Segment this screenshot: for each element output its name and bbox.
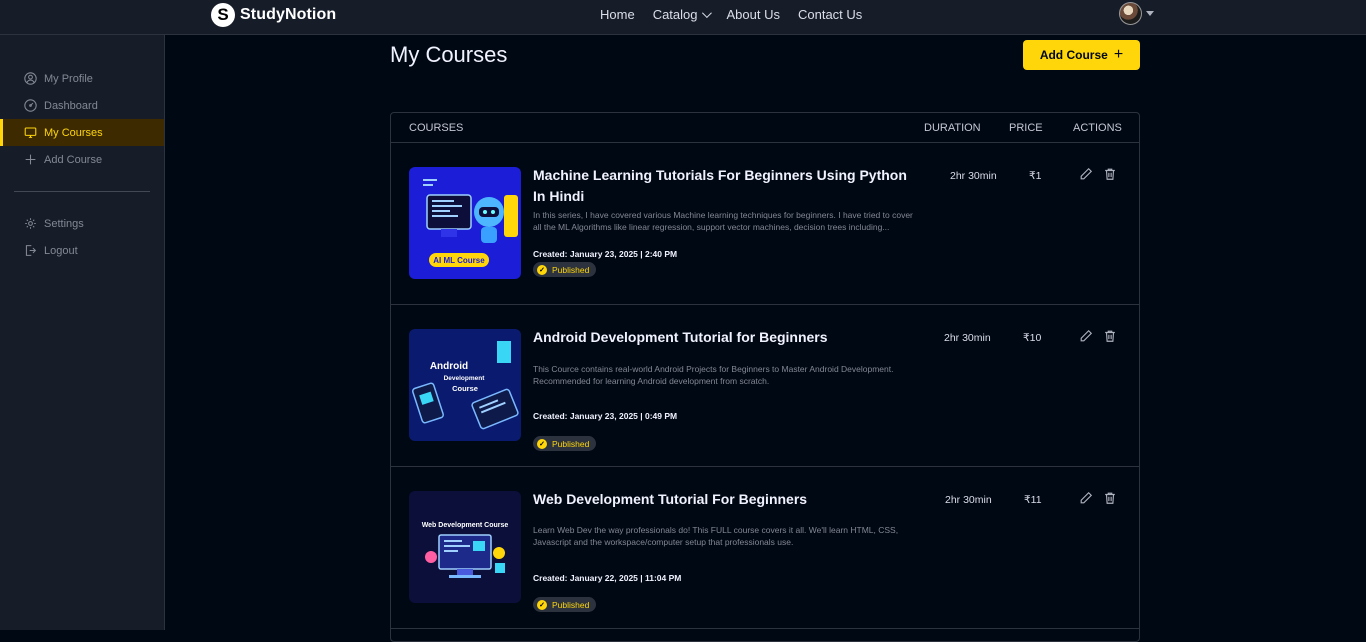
thumbnail-subtext: Development [444, 375, 486, 382]
check-icon: ✓ [537, 438, 547, 449]
page-title: My Courses [390, 42, 508, 67]
sidebar: My Profile Dashboard My Courses Add Cour… [0, 35, 165, 630]
table-header: COURSES DURATION PRICE ACTIONS [391, 113, 1139, 143]
sidebar-item-label: Add Course [44, 153, 103, 166]
course-description: Learn Web Dev the way professionals do! … [533, 525, 899, 547]
course-created-date: Created: January 23, 2025 | 2:40 PM [533, 249, 678, 259]
course-description: This Cource contains real-world Android … [533, 364, 894, 386]
course-title: Android Development Tutorial for Beginne… [533, 329, 828, 345]
courses-table: COURSES DURATION PRICE ACTIONS AI ML Cou… [390, 112, 1140, 642]
add-course-button[interactable]: Add Course + [1023, 40, 1140, 70]
course-created-date: Created: January 23, 2025 | 0:49 PM [533, 411, 678, 421]
ai-ml-course-thumbnail: AI ML Course [409, 167, 521, 279]
course-price: ₹11 [1024, 494, 1042, 506]
status-badge: ✓ Published [533, 597, 597, 612]
nav-catalog-label: Catalog [652, 7, 698, 22]
sidebar-item-my-courses[interactable]: My Courses [0, 119, 164, 146]
delete-button[interactable] [1103, 491, 1117, 505]
thumbnail-text: Web Development Course [422, 522, 509, 529]
course-thumbnail[interactable]: Web Development Course [409, 491, 521, 603]
course-thumbnail[interactable]: Android Development Course [409, 329, 521, 441]
profile-dropdown[interactable] [1119, 2, 1154, 25]
plus-icon [25, 154, 36, 165]
column-header-duration: DURATION [924, 122, 981, 134]
sidebar-item-label: Dashboard [44, 99, 98, 112]
sidebar-item-settings[interactable]: Settings [0, 210, 164, 237]
course-price: ₹1 [1029, 170, 1042, 182]
status-label: Published [552, 599, 590, 610]
sidebar-item-add-course[interactable]: Add Course [0, 146, 164, 173]
course-thumbnail[interactable]: AI ML Course [409, 167, 521, 279]
check-icon: ✓ [537, 599, 547, 610]
column-header-courses: COURSES [409, 122, 464, 134]
nav-catalog[interactable]: Catalog [652, 7, 712, 22]
add-course-button-label: Add Course [1039, 48, 1108, 62]
sidebar-item-label: My Courses [44, 126, 103, 139]
pencil-icon [1080, 167, 1093, 180]
check-icon: ✓ [537, 264, 547, 275]
trash-icon [1105, 330, 1115, 342]
logo-text: StudyNotion [240, 6, 337, 23]
delete-button[interactable] [1103, 167, 1117, 181]
table-row: Web Development Course Web Development T… [391, 467, 1139, 629]
edit-button[interactable] [1079, 167, 1093, 181]
sidebar-item-label: Logout [44, 244, 78, 257]
status-label: Published [552, 264, 590, 275]
nav-about-us[interactable]: About Us [727, 7, 780, 22]
avatar [1119, 2, 1142, 25]
trash-icon [1105, 492, 1115, 504]
main-nav: Home Catalog About Us Contact Us [600, 7, 862, 22]
sidebar-item-label: My Profile [44, 72, 93, 85]
course-title: Web Development Tutorial For Beginners [533, 491, 808, 507]
thumbnail-subtext-2: Course [452, 384, 478, 393]
course-duration: 2hr 30min [950, 170, 997, 182]
nav-home[interactable]: Home [600, 7, 635, 22]
course-title: Machine Learning Tutorials For Beginners… [533, 167, 907, 204]
chevron-down-icon [701, 8, 712, 19]
top-navbar: S StudyNotion Home Catalog About Us Cont… [0, 0, 1366, 35]
thumbnail-text: Android [430, 361, 468, 372]
status-label: Published [552, 438, 590, 449]
logo-icon: S [211, 3, 235, 27]
nav-contact-us[interactable]: Contact Us [798, 7, 862, 22]
delete-button[interactable] [1103, 329, 1117, 343]
monitor-icon [24, 127, 37, 138]
gear-icon [25, 218, 36, 229]
status-badge: ✓ Published [533, 436, 597, 451]
course-duration: 2hr 30min [944, 332, 991, 344]
course-description: In this series, I have covered various M… [533, 210, 913, 232]
trash-icon [1105, 168, 1115, 180]
sidebar-item-dashboard[interactable]: Dashboard [0, 92, 164, 119]
edit-button[interactable] [1079, 329, 1093, 343]
user-circle-icon [24, 72, 37, 85]
sidebar-divider [14, 191, 150, 192]
pencil-icon [1080, 329, 1093, 342]
course-price: ₹10 [1023, 332, 1042, 344]
web-dev-course-thumbnail: Web Development Course [409, 491, 521, 603]
thumbnail-text: AI ML Course [433, 256, 485, 265]
course-duration: 2hr 30min [945, 494, 992, 506]
android-course-thumbnail: Android Development Course [409, 329, 521, 441]
logout-icon [25, 245, 37, 256]
column-header-actions: ACTIONS [1073, 122, 1122, 134]
studynotion-logo[interactable]: S StudyNotion [211, 3, 336, 27]
pencil-icon [1080, 491, 1093, 504]
table-row: AI ML Course Machine Learning Tutorials … [391, 143, 1139, 305]
sidebar-item-my-profile[interactable]: My Profile [0, 65, 164, 92]
status-badge: ✓ Published [533, 262, 597, 277]
gauge-icon [24, 99, 37, 112]
sidebar-item-logout[interactable]: Logout [0, 237, 164, 264]
caret-down-icon [1146, 11, 1154, 16]
sidebar-item-label: Settings [44, 217, 84, 230]
course-created-date: Created: January 22, 2025 | 11:04 PM [533, 573, 682, 583]
table-row: Android Development Course Android Devel… [391, 305, 1139, 467]
plus-icon: + [1113, 46, 1124, 63]
column-header-price: PRICE [1009, 122, 1043, 134]
edit-button[interactable] [1079, 491, 1093, 505]
